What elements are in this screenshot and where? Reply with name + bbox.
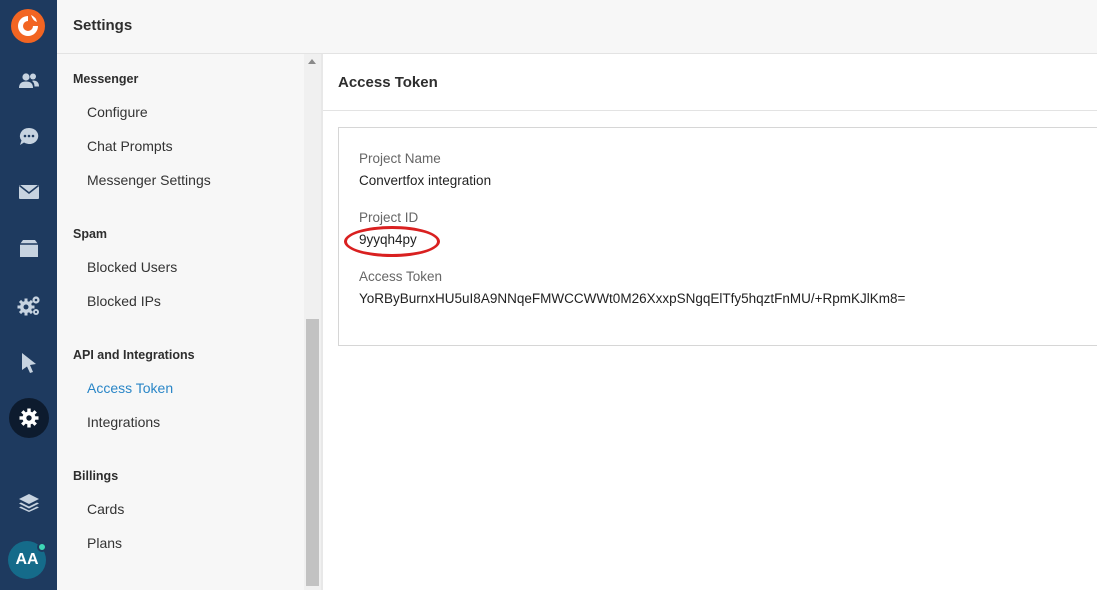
access-token-card: Project Name Convertfox integration Proj… bbox=[338, 127, 1097, 346]
scroll-up-arrow-icon[interactable] bbox=[308, 59, 316, 64]
nav-item-access-token[interactable]: Access Token bbox=[87, 380, 173, 396]
gears-icon bbox=[17, 296, 40, 316]
rail-users[interactable] bbox=[0, 61, 57, 101]
nav-item-blocked-ips[interactable]: Blocked IPs bbox=[87, 293, 161, 309]
rail-campaigns[interactable] bbox=[0, 343, 57, 383]
nav-item-plans[interactable]: Plans bbox=[87, 535, 122, 551]
nav-item-integrations[interactable]: Integrations bbox=[87, 414, 160, 430]
mail-icon bbox=[18, 185, 39, 199]
content-title: Access Token bbox=[338, 74, 438, 91]
app-logo[interactable] bbox=[11, 9, 45, 43]
rail-chat[interactable] bbox=[0, 117, 57, 157]
avatar-initials: AA bbox=[15, 551, 39, 568]
project-name-value: Convertfox integration bbox=[359, 173, 492, 188]
top-header: Settings bbox=[57, 0, 1097, 54]
user-avatar[interactable]: AA bbox=[8, 541, 47, 579]
inbox-icon bbox=[19, 240, 38, 257]
chat-icon bbox=[19, 127, 38, 145]
project-id-highlight-annotation bbox=[344, 226, 440, 257]
settings-nav: Messenger Configure Chat Prompts Messeng… bbox=[57, 54, 304, 590]
content-header: Access Token bbox=[323, 54, 1097, 111]
project-name-label: Project Name bbox=[359, 151, 441, 166]
nav-item-chat-prompts[interactable]: Chat Prompts bbox=[87, 138, 173, 154]
access-token-value: YoRByBurnxHU5uI8A9NNqeFMWCCWWt0M26XxxpSN… bbox=[359, 291, 906, 306]
rail-mail[interactable] bbox=[0, 172, 57, 212]
nav-heading-spam: Spam bbox=[73, 227, 108, 241]
nav-item-configure[interactable]: Configure bbox=[87, 104, 148, 120]
page-title: Settings bbox=[73, 17, 133, 34]
rail-automation[interactable] bbox=[0, 286, 57, 326]
nav-item-cards[interactable]: Cards bbox=[87, 501, 124, 517]
rail-inbox[interactable] bbox=[0, 229, 57, 269]
rail-settings[interactable] bbox=[0, 398, 57, 438]
icon-rail: AA bbox=[0, 0, 57, 590]
active-indicator bbox=[8, 398, 49, 438]
layers-icon bbox=[18, 494, 39, 512]
nav-item-messenger-settings[interactable]: Messenger Settings bbox=[87, 172, 211, 188]
online-status-dot bbox=[37, 542, 47, 552]
logo-icon bbox=[18, 15, 38, 36]
scrollbar-thumb[interactable] bbox=[306, 319, 319, 586]
nav-heading-messenger: Messenger bbox=[73, 72, 139, 86]
nav-scrollbar[interactable] bbox=[304, 54, 321, 590]
users-icon bbox=[18, 73, 39, 88]
access-token-label: Access Token bbox=[359, 269, 443, 284]
nav-heading-billings: Billings bbox=[73, 469, 119, 483]
settings-icon bbox=[19, 408, 38, 428]
nav-item-blocked-users[interactable]: Blocked Users bbox=[87, 259, 177, 275]
project-id-label: Project ID bbox=[359, 210, 419, 225]
cursor-icon bbox=[21, 353, 36, 373]
nav-heading-api-integrations: API and Integrations bbox=[73, 348, 195, 362]
panel-divider bbox=[321, 54, 323, 590]
rail-apps[interactable] bbox=[0, 483, 57, 523]
